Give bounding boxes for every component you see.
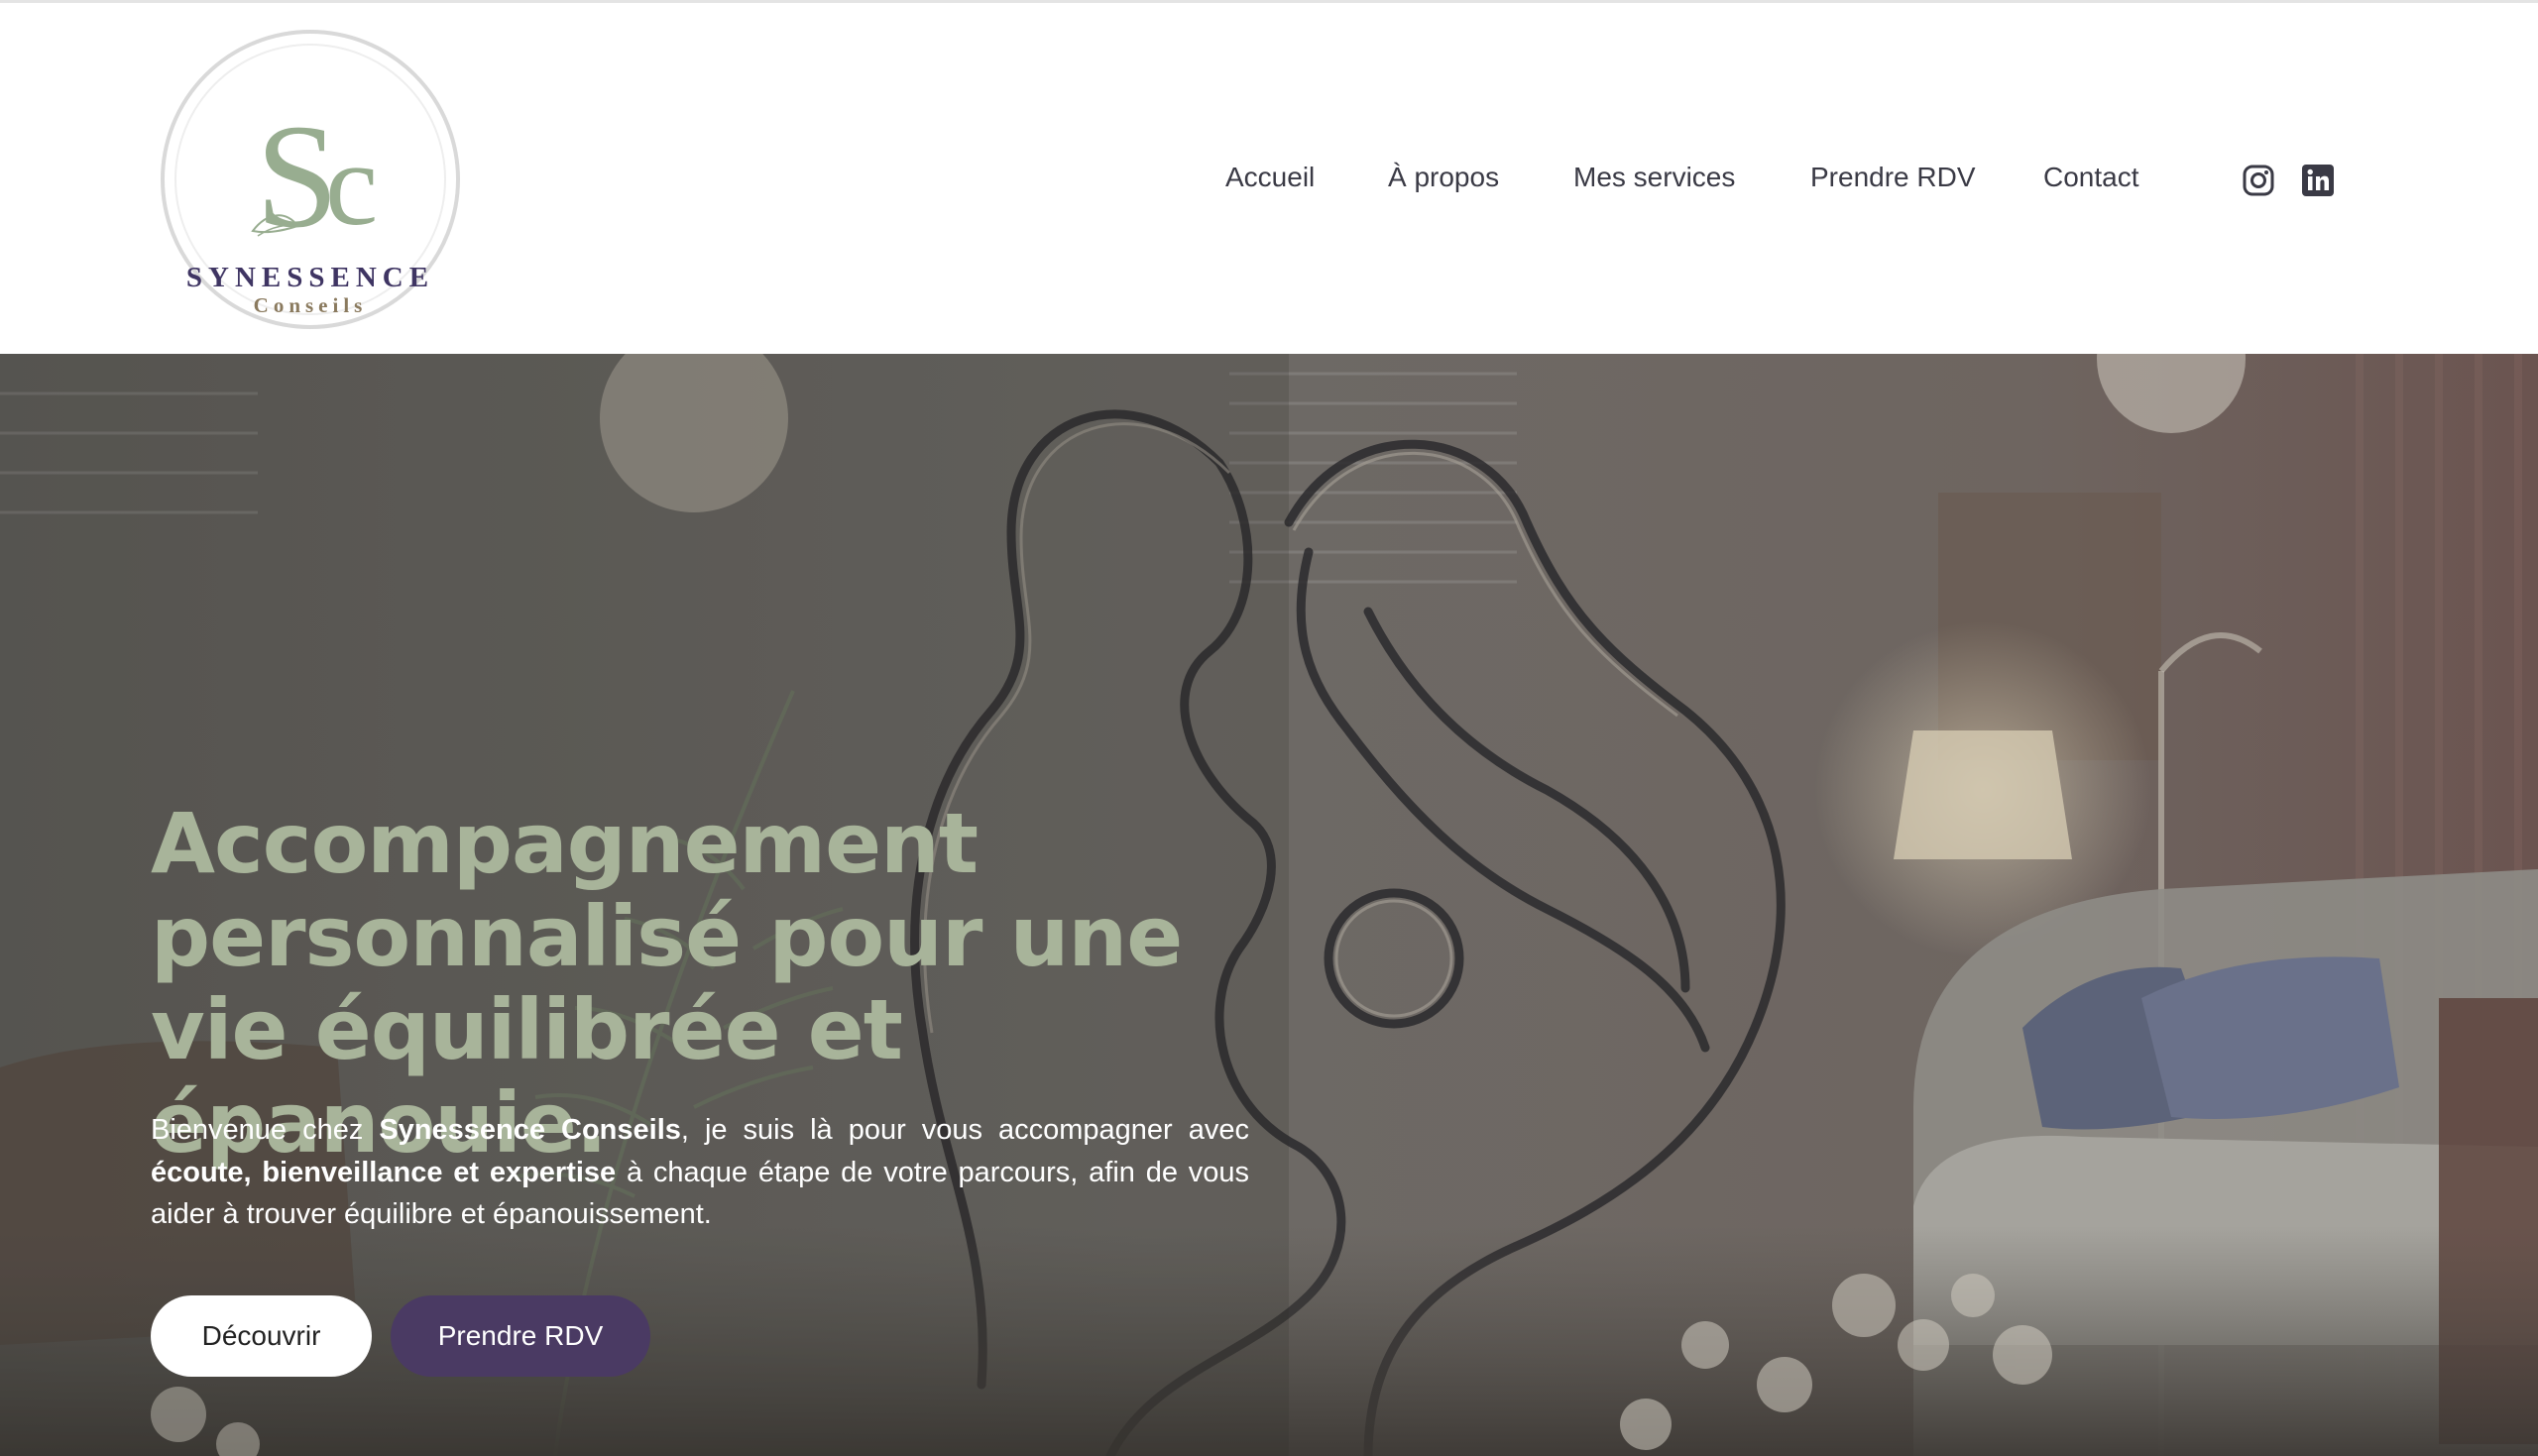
brand-subtitle: Conseils: [253, 293, 368, 317]
nav-accueil[interactable]: Accueil: [1225, 162, 1315, 193]
book-appointment-button[interactable]: Prendre RDV: [391, 1295, 650, 1377]
brand-name: SYNESSENCE: [185, 262, 435, 293]
hero-section: Accompagnement personnalisé pour une vie…: [0, 354, 2538, 1456]
intro-text-2: , je suis là pour vous accompagner avec: [680, 1114, 1249, 1146]
nav-mes-services[interactable]: Mes services: [1573, 162, 1735, 193]
linkedin-icon[interactable]: [2302, 165, 2334, 196]
site-header: S c SYNESSENCE Conseils Accueil À propos…: [0, 3, 2538, 354]
nav-a-propos[interactable]: À propos: [1388, 162, 1499, 193]
hero-intro: Bienvenue chez Synessence Conseils, je s…: [151, 1109, 1249, 1236]
instagram-icon[interactable]: [2243, 165, 2274, 196]
svg-text:c: c: [325, 118, 378, 250]
intro-brand: Synessence Conseils: [379, 1114, 681, 1146]
site-logo[interactable]: S c SYNESSENCE Conseils: [159, 28, 462, 331]
nav-contact[interactable]: Contact: [2043, 162, 2139, 193]
intro-text-1: Bienvenue chez: [151, 1114, 380, 1146]
discover-button[interactable]: Découvrir: [151, 1295, 372, 1377]
nav-prendre-rdv[interactable]: Prendre RDV: [1810, 162, 1976, 193]
intro-values: écoute, bienveillance et expertise: [151, 1156, 617, 1188]
